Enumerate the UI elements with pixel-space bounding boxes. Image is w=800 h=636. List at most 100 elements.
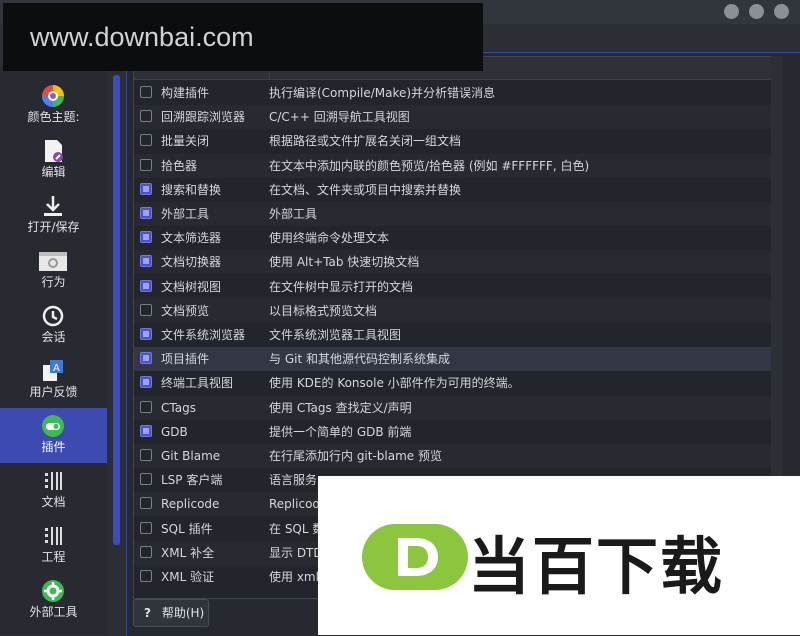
plugin-enable-checkbox[interactable]	[140, 303, 152, 316]
plugin-enable-checkbox[interactable]	[140, 521, 152, 534]
plugin-name: 文档切换器	[161, 255, 222, 270]
plugin-description: C/C++ 回溯导航工具视图	[269, 110, 410, 125]
plugin-name: 拾色器	[161, 158, 198, 173]
behavior-icon	[39, 252, 67, 271]
gear-icon	[42, 580, 64, 602]
sidebar-item-label: 编辑	[41, 165, 66, 179]
plugin-enable-checkbox[interactable]	[140, 449, 152, 461]
plugin-description: 在 SQL 数	[269, 521, 325, 536]
sidebar-item-edit[interactable]: 编辑	[0, 133, 107, 188]
document-icon	[45, 472, 62, 490]
plugin-enable-checkbox[interactable]	[140, 376, 152, 389]
help-button-label: 帮助(H)	[161, 606, 205, 620]
plugin-enable-checkbox[interactable]	[140, 328, 152, 340]
sidebar-item-label: 工程	[41, 550, 66, 564]
sidebar-item-label: 打开/保存	[27, 220, 80, 234]
feedback-icon: A	[43, 360, 63, 381]
sidebar-item-open-save[interactable]: 打开/保存	[0, 188, 107, 243]
minimize-button[interactable]	[724, 4, 739, 19]
sidebar-item-feedback[interactable]: A 用户反馈	[0, 353, 107, 408]
plugin-enable-checkbox[interactable]	[140, 473, 152, 486]
help-button[interactable]: ? 帮助(H)	[133, 599, 209, 627]
plugin-enable-checkbox[interactable]	[140, 352, 152, 365]
plugin-row[interactable]: CTags 使用 CTags 查找定义/声明	[134, 395, 771, 420]
plugin-name: Replicode	[161, 497, 220, 512]
plugin-row[interactable]: 文档树视图 在文件树中显示打开的文档	[134, 275, 771, 299]
plugin-row[interactable]: GDB 提供一个简单的 GDB 前端	[134, 420, 771, 444]
plugin-description: 使用 KDE的 Konsole 小部件作为可用的终端。	[269, 376, 520, 391]
plugin-description: 在文本中添加内联的颜色预览/拾色器 (例如 #FFFFFF, 白色)	[269, 158, 590, 173]
plugin-name: 搜索和替换	[161, 182, 222, 197]
plugin-name: GDB	[161, 424, 188, 439]
plugin-description: 执行编译(Compile/Make)并分析错误消息	[269, 86, 496, 100]
brand-logo-icon	[362, 524, 468, 590]
plugin-enable-checkbox[interactable]	[140, 400, 152, 413]
plugin-description: 使用 CTags 查找定义/声明	[269, 400, 412, 415]
plugin-enable-checkbox[interactable]	[140, 158, 152, 171]
sidebar-item-behavior[interactable]: 行为	[0, 243, 107, 298]
clock-icon	[42, 305, 64, 327]
sidebar-item-label: 外部工具	[29, 605, 78, 619]
sidebar-item-label: 行为	[41, 275, 66, 289]
plugin-row[interactable]: 项目插件 与 Git 和其他源代码控制系统集成	[134, 347, 771, 372]
plugin-row[interactable]: 终端工具视图 使用 KDE的 Konsole 小部件作为可用的终端。	[134, 371, 771, 395]
plugin-enable-checkbox[interactable]	[140, 207, 152, 219]
sidebar-item-color-theme[interactable]: 颜色主题:	[0, 78, 107, 133]
plugin-description: 与 Git 和其他源代码控制系统集成	[269, 352, 450, 367]
plugin-row[interactable]: 文档切换器 使用 Alt+Tab 快速切换文档	[134, 250, 771, 275]
plugin-row[interactable]: 构建插件 执行编译(Compile/Make)并分析错误消息	[134, 81, 771, 105]
plugin-enable-checkbox[interactable]	[140, 231, 152, 244]
plugin-row[interactable]: Git Blame 在行尾添加行内 git-blame 预览	[134, 444, 771, 468]
plugin-enable-checkbox[interactable]	[140, 182, 152, 195]
plugin-row[interactable]: 回溯跟踪浏览器 C/C++ 回溯导航工具视图	[134, 105, 771, 130]
plugin-name: CTags	[161, 400, 196, 415]
plugin-enable-checkbox[interactable]	[140, 134, 152, 147]
plugin-description: 语言服务	[269, 473, 318, 488]
sidebar-item-label: 文档	[41, 495, 66, 509]
plugin-row[interactable]: 拾色器 在文本中添加内联的颜色预览/拾色器 (例如 #FFFFFF, 白色)	[134, 153, 771, 178]
plugin-description: Replicod	[269, 497, 321, 512]
project-icon	[45, 527, 62, 545]
close-button[interactable]	[774, 4, 789, 19]
plugin-name: 外部工具	[161, 207, 210, 221]
plugin-description: 文件系统浏览器工具视图	[269, 328, 402, 342]
plugin-enable-checkbox[interactable]	[140, 110, 152, 123]
plugin-name: 回溯跟踪浏览器	[161, 110, 246, 125]
watermark-url: www.downbai.com	[3, 3, 483, 71]
plugin-row[interactable]: 搜索和替换 在文档、文件夹或项目中搜索并替换	[134, 178, 771, 202]
plugin-enable-checkbox[interactable]	[140, 424, 152, 437]
sidebar-item-documents[interactable]: 文档	[0, 463, 107, 518]
plugin-name: Git Blame	[161, 449, 221, 463]
plugin-enable-checkbox[interactable]	[140, 545, 152, 558]
plugin-description: 在行尾添加行内 git-blame 预览	[269, 449, 442, 463]
sidebar-item-external-tools[interactable]: 外部工具	[0, 573, 107, 628]
sidebar-item-plugins[interactable]: 插件	[0, 408, 107, 463]
plugin-row[interactable]: 批量关闭 根据路径或文件扩展名关闭一组文档	[134, 129, 771, 153]
plugin-name: 批量关闭	[161, 134, 210, 149]
plugin-toggle-icon	[42, 415, 64, 437]
watermark-brand: 当百下载	[318, 476, 800, 635]
plugin-name: 文本筛选器	[161, 231, 222, 246]
plugin-row[interactable]: 外部工具 外部工具	[134, 202, 771, 226]
sidebar-scrollbar[interactable]	[113, 75, 120, 545]
download-icon	[44, 196, 62, 216]
plugin-enable-checkbox[interactable]	[140, 86, 152, 98]
sidebar-item-label: 用户反馈	[29, 385, 78, 399]
plugin-enable-checkbox[interactable]	[140, 570, 152, 582]
sidebar-item-session[interactable]: 会话	[0, 298, 107, 353]
maximize-button[interactable]	[749, 4, 764, 19]
plugin-row[interactable]: 文件系统浏览器 文件系统浏览器工具视图	[134, 323, 771, 347]
plugin-description: 外部工具	[269, 207, 318, 221]
plugin-description: 提供一个简单的 GDB 前端	[269, 424, 412, 439]
sidebar-item-project[interactable]: 工程	[0, 518, 107, 573]
plugin-description: 使用 Alt+Tab 快速切换文档	[269, 255, 420, 270]
plugin-name: XML 验证	[161, 570, 215, 584]
plugin-description: 根据路径或文件扩展名关闭一组文档	[269, 134, 462, 149]
plugin-enable-checkbox[interactable]	[140, 279, 152, 292]
plugin-enable-checkbox[interactable]	[140, 497, 152, 510]
plugin-enable-checkbox[interactable]	[140, 255, 152, 268]
plugin-row[interactable]: 文本筛选器 使用终端命令处理文本	[134, 226, 771, 250]
brand-text: 当百下载	[468, 530, 725, 603]
help-icon: ?	[144, 606, 151, 620]
plugin-row[interactable]: 文档预览 以目标格式预览文档	[134, 298, 771, 323]
